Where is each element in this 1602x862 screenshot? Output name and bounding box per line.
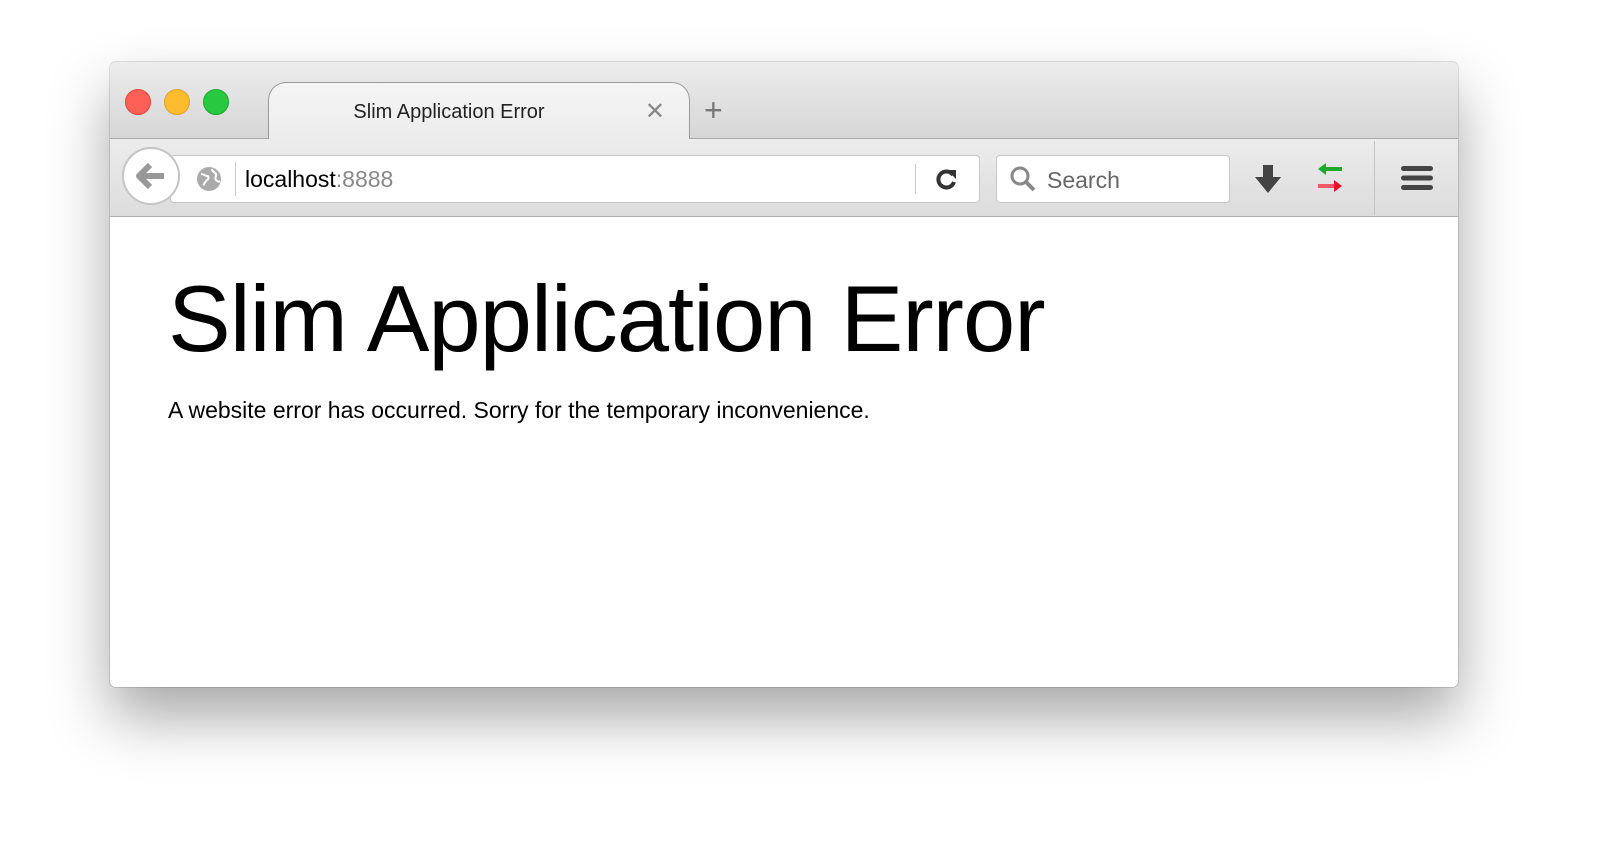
close-icon[interactable]: ✕ bbox=[645, 97, 665, 126]
tab-active[interactable]: Slim Application Error ✕ bbox=[268, 82, 690, 140]
sync-arrows-icon[interactable] bbox=[1316, 161, 1344, 195]
nav-toolbar: localhost:8888 Search bbox=[110, 139, 1458, 217]
page-title: Slim Application Error bbox=[168, 266, 1046, 371]
page-content: Slim Application Error A website error h… bbox=[110, 217, 1458, 687]
url-bar[interactable]: localhost:8888 bbox=[170, 155, 980, 203]
search-icon bbox=[1010, 166, 1036, 192]
divider bbox=[915, 164, 916, 194]
url-port: :8888 bbox=[335, 166, 394, 192]
zoom-window-button[interactable] bbox=[203, 89, 229, 115]
tab-title: Slim Application Error bbox=[353, 101, 545, 123]
reload-icon[interactable] bbox=[933, 166, 959, 192]
back-arrow-icon bbox=[136, 162, 164, 190]
search-box[interactable]: Search bbox=[996, 155, 1230, 203]
hamburger-menu-icon[interactable] bbox=[1400, 165, 1434, 191]
back-button[interactable] bbox=[122, 147, 180, 205]
divider bbox=[1374, 141, 1375, 215]
url-host: localhost bbox=[245, 166, 336, 192]
plus-icon[interactable]: + bbox=[704, 92, 723, 129]
search-placeholder: Search bbox=[1047, 167, 1120, 193]
globe-icon bbox=[197, 167, 221, 191]
title-bar: Slim Application Error ✕ + bbox=[110, 62, 1458, 140]
minimize-window-button[interactable] bbox=[164, 89, 190, 115]
error-message: A website error has occurred. Sorry for … bbox=[168, 397, 870, 423]
download-icon[interactable] bbox=[1253, 163, 1283, 195]
divider bbox=[235, 162, 236, 196]
close-window-button[interactable] bbox=[125, 89, 151, 115]
url-text[interactable]: localhost:8888 bbox=[245, 166, 393, 193]
browser-window: Slim Application Error ✕ + localhost:888… bbox=[110, 62, 1458, 687]
